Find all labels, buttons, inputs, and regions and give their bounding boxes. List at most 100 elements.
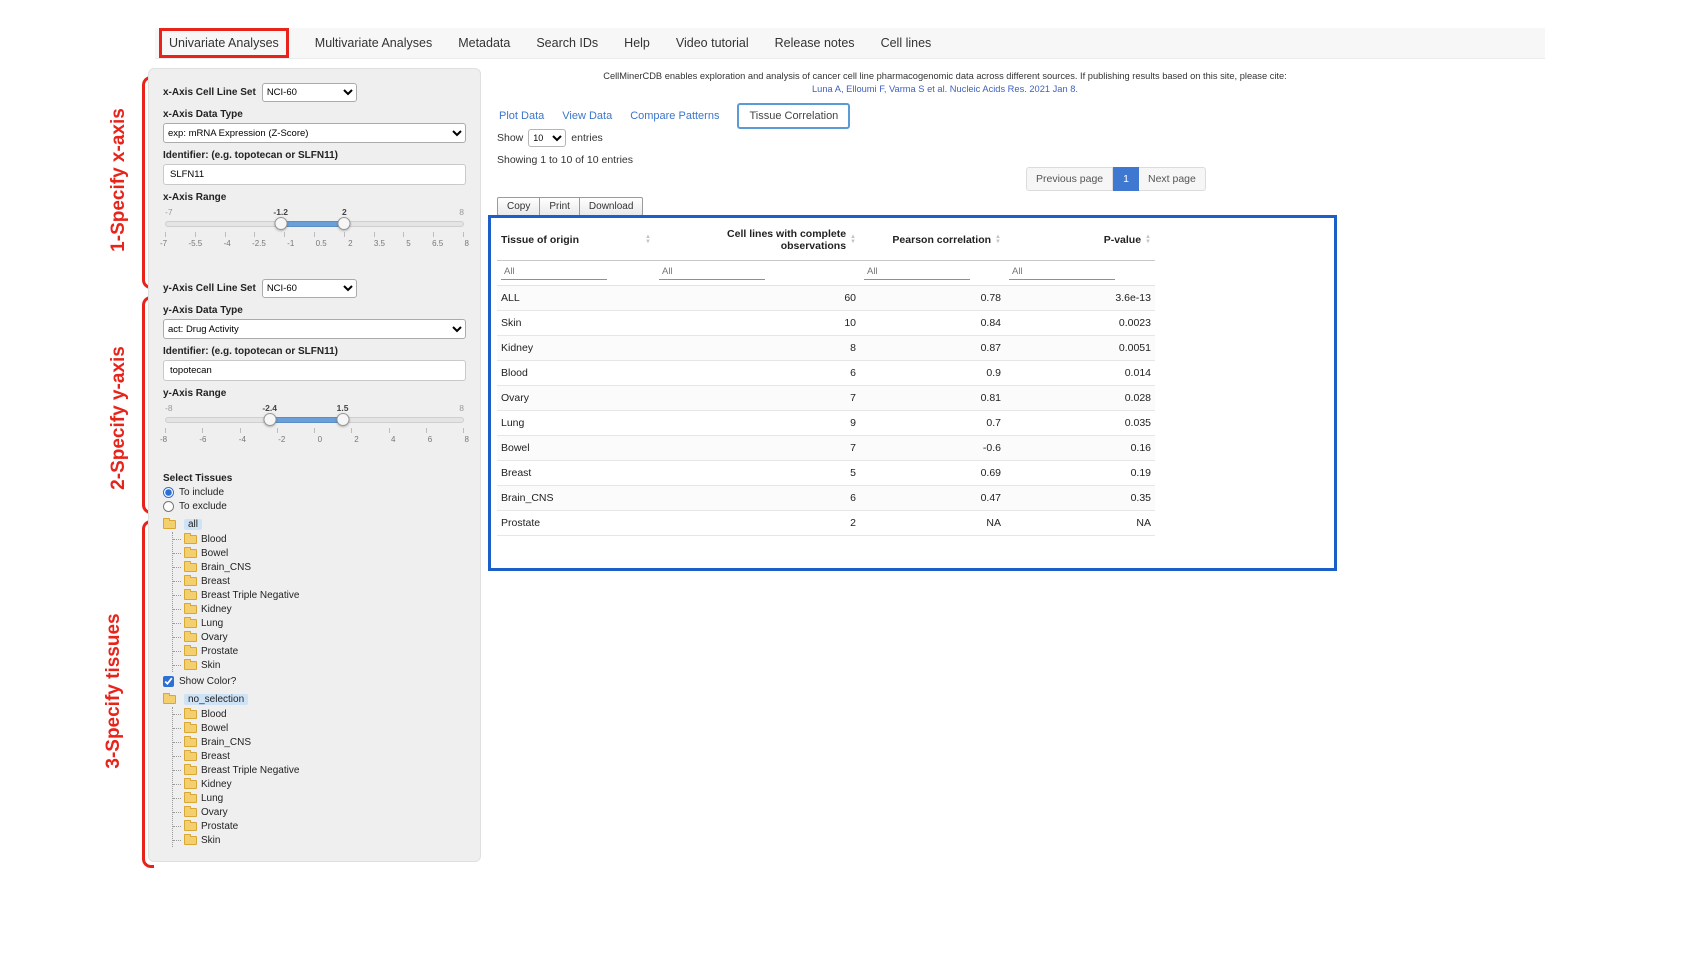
tissue-exclude-label: To exclude	[179, 501, 227, 512]
nav-item-search-ids[interactable]: Search IDs	[536, 36, 598, 50]
table-row[interactable]: Ovary70.810.028	[497, 386, 1155, 411]
page-1-button[interactable]: 1	[1113, 167, 1139, 191]
next-page-button[interactable]: Next page	[1139, 167, 1206, 191]
x-identifier-input[interactable]	[163, 164, 466, 185]
column-header-cell-lines[interactable]: Cell lines with complete observations▲▼	[655, 220, 860, 261]
table-row[interactable]: Prostate2NANA	[497, 511, 1155, 536]
folder-icon	[163, 695, 176, 704]
export-buttons: Copy Print Download	[497, 197, 642, 216]
tree-item-ovary[interactable]: Ovary	[173, 805, 466, 819]
table-row[interactable]: Brain_CNS60.470.35	[497, 486, 1155, 511]
x-slider-bar[interactable]	[281, 221, 345, 227]
tree-item-blood[interactable]: Blood	[173, 707, 466, 721]
tree-item-kidney[interactable]: Kidney	[173, 602, 466, 616]
cell-pearson: 0.78	[860, 286, 1005, 311]
filter-pvalue-input[interactable]	[1009, 264, 1115, 280]
folder-icon	[163, 520, 176, 529]
tree-item-lung[interactable]: Lung	[173, 791, 466, 805]
download-button[interactable]: Download	[579, 197, 643, 216]
nav-item-help[interactable]: Help	[624, 36, 650, 50]
nav-item-multivariate-analyses[interactable]: Multivariate Analyses	[315, 36, 432, 50]
prev-page-button[interactable]: Previous page	[1026, 167, 1113, 191]
tree-root-no-selection[interactable]: no_selection	[163, 692, 466, 707]
tree-item-breast-triple-negative[interactable]: Breast Triple Negative	[173, 763, 466, 777]
filter-pearson-input[interactable]	[864, 264, 970, 280]
table-row[interactable]: Bowel7-0.60.16	[497, 436, 1155, 461]
tree-item-prostate[interactable]: Prostate	[173, 644, 466, 658]
table-row[interactable]: ALL600.783.6e-13	[497, 286, 1155, 311]
nav-item-release-notes[interactable]: Release notes	[775, 36, 855, 50]
tissue-exclude-radio-input[interactable]	[163, 501, 174, 512]
tree-item-blood[interactable]: Blood	[173, 532, 466, 546]
tab-tissue-correlation[interactable]: Tissue Correlation	[737, 103, 850, 129]
tree-item-prostate[interactable]: Prostate	[173, 819, 466, 833]
x-slider-handle-low[interactable]	[274, 217, 287, 230]
x-cell-line-set-select[interactable]: NCI-60	[262, 83, 357, 102]
cell-tissue: Brain_CNS	[497, 486, 655, 511]
y-slider-handle-high[interactable]	[336, 413, 349, 426]
copy-button[interactable]: Copy	[497, 197, 540, 216]
table-row[interactable]: Skin100.840.0023	[497, 311, 1155, 336]
show-label: Show	[497, 132, 523, 144]
x-data-type-select[interactable]: exp: mRNA Expression (Z-Score)	[163, 123, 466, 143]
table-row[interactable]: Lung90.70.035	[497, 411, 1155, 436]
tree-item-brain-cns[interactable]: Brain_CNS	[173, 560, 466, 574]
annotation-step3-label: 3-Specify tissues	[103, 606, 125, 776]
tree-item-breast-triple-negative[interactable]: Breast Triple Negative	[173, 588, 466, 602]
show-color-checkbox-row[interactable]: Show Color?	[163, 676, 466, 687]
nav-item-cell-lines[interactable]: Cell lines	[881, 36, 932, 50]
tree-item-ovary[interactable]: Ovary	[173, 630, 466, 644]
tree-item-breast[interactable]: Breast	[173, 749, 466, 763]
citation-link[interactable]: Luna A, Elloumi F, Varma S et al. Nuclei…	[500, 84, 1390, 94]
y-identifier-input[interactable]	[163, 360, 466, 381]
cell-pearson: 0.9	[860, 361, 1005, 386]
print-button[interactable]: Print	[539, 197, 580, 216]
y-data-type-select[interactable]: act: Drug Activity	[163, 319, 466, 339]
sort-icon[interactable]: ▲▼	[995, 235, 1001, 245]
x-slider-from-label: -1.2	[273, 207, 288, 217]
nav-item-univariate-analyses[interactable]: Univariate Analyses	[159, 28, 289, 58]
folder-icon	[184, 710, 197, 719]
y-cell-line-set-select[interactable]: NCI-60	[262, 279, 357, 298]
tissue-exclude-radio[interactable]: To exclude	[163, 501, 466, 512]
sort-icon[interactable]: ▲▼	[1145, 235, 1151, 245]
tree-item-bowel[interactable]: Bowel	[173, 546, 466, 560]
tab-view-data[interactable]: View Data	[562, 110, 612, 122]
tree-item-lung[interactable]: Lung	[173, 616, 466, 630]
tree-item-brain-cns[interactable]: Brain_CNS	[173, 735, 466, 749]
sort-icon[interactable]: ▲▼	[850, 235, 856, 245]
filter-tissue-input[interactable]	[501, 264, 607, 280]
tab-plot-data[interactable]: Plot Data	[499, 110, 544, 122]
tissue-include-radio-input[interactable]	[163, 487, 174, 498]
tree-item-skin[interactable]: Skin	[173, 658, 466, 672]
entries-select[interactable]: 10	[528, 129, 566, 147]
cell-tissue: Prostate	[497, 511, 655, 536]
tree-item-label: Lung	[201, 793, 223, 804]
y-slider-bar[interactable]	[270, 417, 343, 423]
annotation-step2-label: 2-Specify y-axis	[108, 333, 130, 503]
nav-item-video-tutorial[interactable]: Video tutorial	[676, 36, 749, 50]
tree-item-breast[interactable]: Breast	[173, 574, 466, 588]
tree-root-all[interactable]: all	[163, 517, 466, 532]
y-slider-max-label: 8	[459, 403, 464, 413]
column-header-pearson[interactable]: Pearson correlation▲▼	[860, 220, 1005, 261]
tissue-include-radio[interactable]: To include	[163, 487, 466, 498]
y-slider-handle-low[interactable]	[263, 413, 276, 426]
column-header-pvalue[interactable]: P-value▲▼	[1005, 220, 1155, 261]
show-color-checkbox[interactable]	[163, 676, 174, 687]
tree-item-label: Kidney	[201, 779, 232, 790]
column-header-tissue[interactable]: Tissue of origin▲▼	[497, 220, 655, 261]
tree-item-bowel[interactable]: Bowel	[173, 721, 466, 735]
tab-compare-patterns[interactable]: Compare Patterns	[630, 110, 719, 122]
tree-item-label: Breast	[201, 751, 230, 762]
x-slider-handle-high[interactable]	[338, 217, 351, 230]
table-row[interactable]: Blood60.90.014	[497, 361, 1155, 386]
sort-icon[interactable]: ▲▼	[645, 235, 651, 245]
tree-item-label: Bowel	[201, 723, 228, 734]
table-row[interactable]: Breast50.690.19	[497, 461, 1155, 486]
tree-item-kidney[interactable]: Kidney	[173, 777, 466, 791]
table-row[interactable]: Kidney80.870.0051	[497, 336, 1155, 361]
nav-item-metadata[interactable]: Metadata	[458, 36, 510, 50]
filter-cell-lines-input[interactable]	[659, 264, 765, 280]
tree-item-skin[interactable]: Skin	[173, 833, 466, 847]
